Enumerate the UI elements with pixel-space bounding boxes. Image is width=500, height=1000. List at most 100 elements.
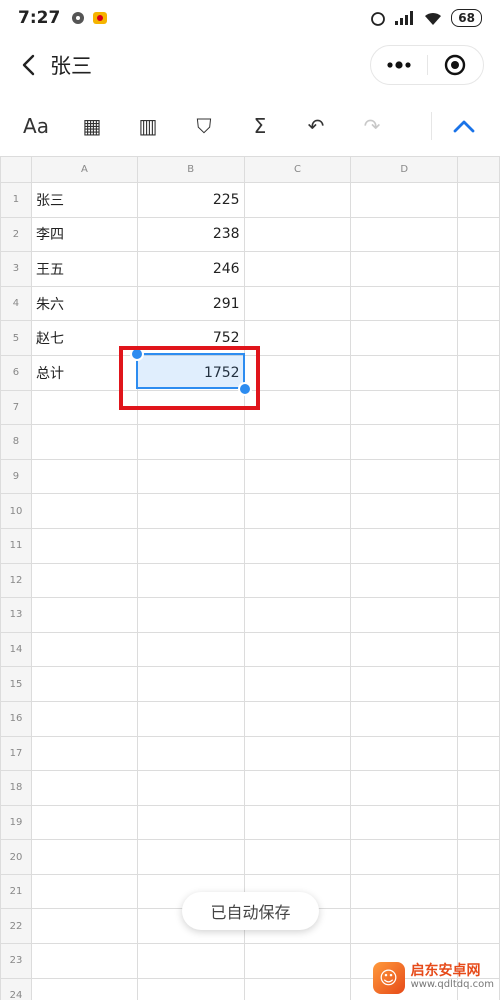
more-button[interactable] — [371, 46, 427, 84]
cell-d16[interactable] — [350, 700, 459, 737]
cell-b19[interactable] — [136, 804, 245, 841]
cell-a8[interactable] — [30, 424, 138, 460]
cell-c3[interactable] — [243, 251, 352, 287]
row-header[interactable]: 9 — [0, 458, 32, 495]
sum-button[interactable]: Σ — [232, 102, 288, 150]
row-header[interactable]: 3 — [0, 251, 32, 287]
cell-d4[interactable] — [350, 285, 459, 322]
cell-a18[interactable] — [30, 770, 138, 806]
column-header-c[interactable]: C — [243, 156, 352, 183]
cell-c23[interactable] — [243, 943, 352, 979]
cell-d15[interactable] — [350, 666, 459, 702]
cell-a5[interactable]: 赵七 — [30, 320, 138, 356]
cell-d7[interactable] — [350, 389, 459, 426]
cell-d18[interactable] — [350, 770, 459, 806]
text-format-button[interactable]: Aa — [8, 102, 64, 150]
select-all-corner[interactable] — [0, 156, 32, 183]
cell-b23[interactable] — [136, 943, 245, 979]
row-header[interactable]: 17 — [0, 735, 32, 772]
cell-a14[interactable] — [30, 631, 138, 668]
cell-c6[interactable] — [243, 354, 352, 391]
cell-b11[interactable] — [136, 527, 245, 564]
cell-c7[interactable] — [243, 389, 352, 426]
cell-c9[interactable] — [243, 458, 352, 495]
cell-c10[interactable] — [243, 493, 352, 529]
row-header[interactable]: 19 — [0, 804, 32, 841]
row-header[interactable]: 14 — [0, 631, 32, 668]
row-header[interactable]: 11 — [0, 527, 32, 564]
cell-c11[interactable] — [243, 527, 352, 564]
cell-d17[interactable] — [350, 735, 459, 772]
column-header-b[interactable]: B — [136, 156, 245, 183]
cell-b17[interactable] — [136, 735, 245, 772]
cell-a3[interactable]: 王五 — [30, 251, 138, 287]
row-header[interactable]: 23 — [0, 943, 32, 979]
cell-b18[interactable] — [136, 770, 245, 806]
row-header[interactable]: 18 — [0, 770, 32, 806]
filter-button[interactable]: ⛉ — [176, 102, 232, 150]
row-header[interactable]: 16 — [0, 700, 32, 737]
cell-c17[interactable] — [243, 735, 352, 772]
cell-b4[interactable]: 291 — [136, 285, 245, 322]
cell-d21[interactable] — [350, 873, 459, 910]
cell-a16[interactable] — [30, 700, 138, 737]
cell-a7[interactable] — [30, 389, 138, 426]
cell-a21[interactable] — [30, 873, 138, 910]
cell-b16[interactable] — [136, 700, 245, 737]
row-header[interactable]: 6 — [0, 354, 32, 391]
row-header[interactable]: 24 — [0, 977, 32, 1000]
row-header[interactable]: 5 — [0, 320, 32, 356]
cell-a9[interactable] — [30, 458, 138, 495]
column-header-d[interactable]: D — [350, 156, 459, 183]
cell-c16[interactable] — [243, 700, 352, 737]
cell-c14[interactable] — [243, 631, 352, 668]
cell-c8[interactable] — [243, 424, 352, 460]
row-header[interactable]: 20 — [0, 839, 32, 875]
cell-a15[interactable] — [30, 666, 138, 702]
cell-b10[interactable] — [136, 493, 245, 529]
row-header[interactable]: 8 — [0, 424, 32, 460]
cell-c15[interactable] — [243, 666, 352, 702]
row-header[interactable]: 13 — [0, 597, 32, 633]
column-header-a[interactable]: A — [30, 156, 138, 183]
cell-c18[interactable] — [243, 770, 352, 806]
cell-a23[interactable] — [30, 943, 138, 979]
cell-c20[interactable] — [243, 839, 352, 875]
row-header[interactable]: 15 — [0, 666, 32, 702]
cell-a13[interactable] — [30, 597, 138, 633]
row-header[interactable]: 22 — [0, 908, 32, 945]
row-header[interactable]: 1 — [0, 182, 32, 218]
row-header[interactable]: 10 — [0, 493, 32, 529]
cell-a6[interactable]: 总计 — [30, 354, 138, 391]
cell-d14[interactable] — [350, 631, 459, 668]
cell-b8[interactable] — [136, 424, 245, 460]
cell-b12[interactable] — [136, 562, 245, 599]
cell-c19[interactable] — [243, 804, 352, 841]
cell-b24[interactable] — [136, 977, 245, 1000]
cell-d3[interactable] — [350, 251, 459, 287]
cell-b3[interactable]: 246 — [136, 251, 245, 287]
cell-d6[interactable] — [350, 354, 459, 391]
cell-b6[interactable]: 1752 — [136, 354, 245, 391]
cell-d22[interactable] — [350, 908, 459, 945]
cell-c24[interactable] — [243, 977, 352, 1000]
cell-a2[interactable]: 李四 — [30, 216, 138, 253]
cell-b13[interactable] — [136, 597, 245, 633]
collapse-toolbar-button[interactable] — [436, 102, 492, 150]
close-mini-program-button[interactable] — [428, 46, 484, 84]
cell-d1[interactable] — [350, 182, 459, 218]
cell-d19[interactable] — [350, 804, 459, 841]
cell-a10[interactable] — [30, 493, 138, 529]
cell-c13[interactable] — [243, 597, 352, 633]
cell-c12[interactable] — [243, 562, 352, 599]
cell-b9[interactable] — [136, 458, 245, 495]
cell-c1[interactable] — [243, 182, 352, 218]
cell-b5[interactable]: 752 — [136, 320, 245, 356]
row-header[interactable]: 2 — [0, 216, 32, 253]
cell-a22[interactable] — [30, 908, 138, 945]
cell-b14[interactable] — [136, 631, 245, 668]
cell-d11[interactable] — [350, 527, 459, 564]
cell-d12[interactable] — [350, 562, 459, 599]
cell-a20[interactable] — [30, 839, 138, 875]
cell-a24[interactable] — [30, 977, 138, 1000]
